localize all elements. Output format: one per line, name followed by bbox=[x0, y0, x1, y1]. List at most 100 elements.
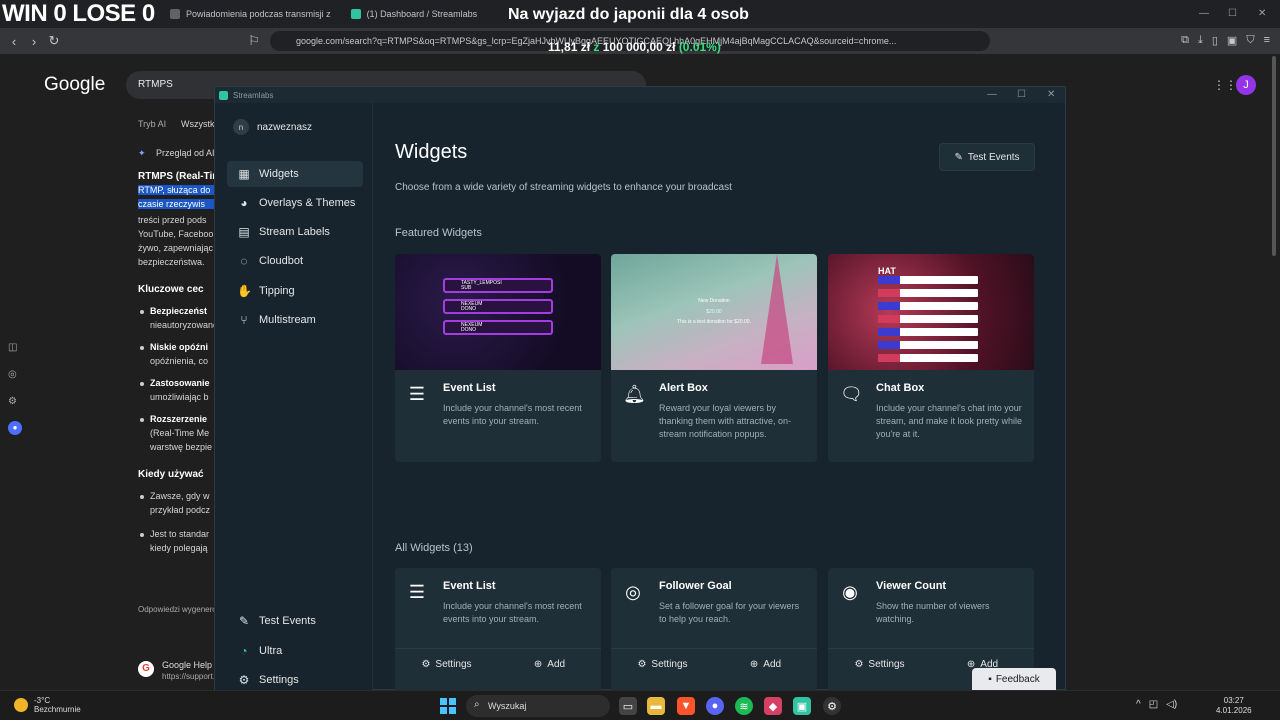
wrench-icon: ✎ bbox=[238, 614, 250, 628]
discord-icon[interactable]: ● bbox=[706, 697, 724, 715]
chat-icon: 🗨︎ bbox=[840, 384, 863, 404]
bookmarks-side-icon[interactable]: ◫ bbox=[8, 342, 17, 353]
maximize-icon[interactable]: ☐ bbox=[1228, 8, 1237, 19]
wrench-icon: ✎ bbox=[954, 151, 963, 163]
taskbar-search[interactable]: ⌕ Wyszukaj bbox=[466, 695, 610, 717]
ai-text-line: treści przed pods bbox=[138, 215, 207, 225]
discord-side-icon[interactable]: ● bbox=[8, 421, 22, 435]
download-icon[interactable]: ⤓ bbox=[1198, 34, 1203, 47]
chat-box-preview: HAT bbox=[828, 254, 1034, 370]
task-view-icon[interactable]: ▭ bbox=[619, 697, 637, 715]
bullet bbox=[140, 495, 144, 499]
sidebar-icon[interactable]: ▯ bbox=[1212, 34, 1218, 47]
search-icon: ⌕ bbox=[474, 699, 480, 710]
widget-card-follower-goal[interactable]: ◎ Follower Goal Set a follower goal for … bbox=[611, 568, 817, 691]
minimize-icon[interactable]: — bbox=[987, 89, 997, 100]
menu-icon[interactable]: ≡ bbox=[1264, 34, 1270, 47]
streamlabs-desktop-icon[interactable]: ▣ bbox=[793, 697, 811, 715]
google-logo[interactable]: Google bbox=[44, 74, 105, 96]
bullet-text: Jest to standar bbox=[150, 529, 210, 539]
alert-box-preview: New Donation $20.00 This is a test donat… bbox=[611, 254, 817, 370]
tab-notifications[interactable]: Powiadomienia podczas transmisji z bbox=[160, 1, 341, 27]
page-scrollbar[interactable] bbox=[1272, 56, 1276, 256]
history-side-icon[interactable]: ◎ bbox=[8, 369, 17, 380]
settings-side-icon[interactable]: ⚙ bbox=[8, 396, 17, 407]
goal-icon: ◎ bbox=[625, 582, 641, 602]
gear-icon: ⚙ bbox=[854, 659, 864, 670]
test-events-button[interactable]: ✎ Test Events bbox=[939, 143, 1035, 171]
settings-button[interactable]: ⚙ Settings bbox=[395, 649, 498, 680]
feedback-button[interactable]: ▪ Feedback bbox=[972, 668, 1056, 690]
close-window-icon[interactable]: ✕ bbox=[1258, 8, 1266, 19]
streamlabs-logo-icon bbox=[219, 90, 228, 100]
file-explorer-icon[interactable]: ▬ bbox=[647, 697, 665, 715]
sidebar-item-multistream[interactable]: ⑂ Multistream bbox=[227, 307, 363, 333]
sidebar-item-tipping[interactable]: ✋ Tipping bbox=[227, 278, 363, 304]
widget-card-alert-box[interactable]: New Donation $20.00 This is a test donat… bbox=[611, 254, 817, 462]
avatar[interactable]: J bbox=[1236, 75, 1256, 95]
close-icon[interactable]: ✕ bbox=[1047, 89, 1055, 100]
tab-streamlabs-dashboard[interactable]: (1) Dashboard / Streamlabs bbox=[341, 1, 488, 27]
apps-grid-icon[interactable]: ⋮⋮ bbox=[1213, 78, 1237, 92]
widget-card-event-list-all[interactable]: ☰ Event List Include your channel's most… bbox=[395, 568, 601, 691]
plus-icon: ⊕ bbox=[533, 659, 543, 670]
bullet bbox=[140, 382, 144, 386]
taskbar: -3°C Bezchmurnie ⌕ Wyszukaj ▭ ▬ ▼ ● ≋ ◆ ▣ … bbox=[0, 690, 1280, 720]
sidebar-item-overlays-themes[interactable]: ◕ Overlays & Themes bbox=[227, 190, 363, 216]
sidebar-item-stream-labels[interactable]: ▤ Stream Labels bbox=[227, 219, 363, 245]
add-button[interactable]: ⊕ Add bbox=[498, 649, 601, 680]
featured-widgets-heading: Featured Widgets bbox=[395, 227, 482, 239]
bullet-text: przykład podcz bbox=[150, 505, 211, 515]
gear-icon: ⚙ bbox=[637, 659, 647, 670]
clock[interactable]: 03:27 4.01.2026 bbox=[1216, 696, 1252, 716]
widget-card-event-list[interactable]: TASTY_LEMPOSI SUB NEXEUM DONO NEXEUM DONO ☰… bbox=[395, 254, 601, 462]
result-url[interactable]: https://support.g bbox=[162, 672, 214, 681]
gear-icon: ⚙ bbox=[421, 659, 431, 670]
browser-extensions: ⧉ ⤓ ▯ ▣ ⛉ ≡ bbox=[1181, 34, 1270, 47]
minimize-icon[interactable]: — bbox=[1199, 8, 1209, 19]
streamlabs-titlebar: Streamlabs bbox=[215, 87, 1065, 103]
spotify-icon[interactable]: ≋ bbox=[735, 697, 753, 715]
streamlabs-favicon-icon bbox=[350, 9, 361, 19]
google-help-favicon-icon: G bbox=[138, 661, 154, 677]
widget-card-chat-box[interactable]: HAT 🗨︎ Chat Box Include your channel's c… bbox=[828, 254, 1034, 462]
volume-icon[interactable]: ◁) bbox=[1166, 699, 1177, 710]
multistream-icon: ⑂ bbox=[240, 313, 248, 327]
widget-description: Include your channel's most recent event… bbox=[443, 601, 582, 624]
preview-chat-label: HAT bbox=[878, 266, 896, 276]
sidebar-item-test-events[interactable]: ✎ Test Events bbox=[227, 608, 363, 634]
weather-widget[interactable]: -3°C Bezchmurnie bbox=[14, 696, 81, 714]
add-button[interactable]: ⊕ Add bbox=[714, 649, 817, 680]
extensions-icon[interactable]: ⧉ bbox=[1181, 34, 1189, 47]
result-title[interactable]: Google Help bbox=[162, 660, 214, 670]
shield-icon[interactable]: ⛉ bbox=[1246, 34, 1254, 47]
donation-goal-progress: 11,81 zł z 100 000,00 zł (0.01%) bbox=[548, 40, 721, 54]
wallet-icon[interactable]: ▣ bbox=[1227, 34, 1237, 47]
widget-description: Reward your loyal viewers by thanking th… bbox=[659, 403, 792, 439]
steam-icon[interactable]: ⚙ bbox=[823, 697, 841, 715]
sidebar-item-ultra[interactable]: ◔ Ultra bbox=[227, 638, 363, 664]
maximize-icon[interactable]: ☐ bbox=[1017, 89, 1026, 100]
bullet-text: Zastosowanie bbox=[150, 378, 210, 388]
bullet-text: Rozszerzenie bbox=[150, 414, 208, 424]
list-icon: ☰ bbox=[408, 384, 426, 404]
start-menu-icon[interactable] bbox=[440, 698, 456, 714]
network-icon[interactable]: ◰ bbox=[1149, 699, 1158, 710]
widget-title: Alert Box bbox=[659, 382, 708, 394]
settings-button[interactable]: ⚙ Settings bbox=[611, 649, 714, 680]
reload-icon[interactable]: ↻ bbox=[44, 33, 64, 49]
chevron-up-icon[interactable]: ^ bbox=[1136, 699, 1141, 710]
settings-button[interactable]: ⚙ Settings bbox=[828, 649, 931, 680]
plus-icon: ⊕ bbox=[749, 659, 759, 670]
brave-browser-icon[interactable]: ▼ bbox=[677, 697, 695, 715]
streamlabs-app-icon[interactable]: ◆ bbox=[764, 697, 782, 715]
forward-icon[interactable]: › bbox=[24, 34, 44, 49]
sidebar-item-widgets[interactable]: ▦ Widgets bbox=[227, 161, 363, 187]
back-icon[interactable]: ‹ bbox=[4, 34, 24, 49]
ai-text-line: RTMP, służąca do bbox=[138, 185, 214, 195]
account-switcher[interactable]: n nazweznasz bbox=[233, 119, 312, 135]
tab-all[interactable]: Wszystk bbox=[181, 119, 214, 129]
sidebar-item-cloudbot[interactable]: ◌ Cloudbot bbox=[227, 248, 363, 274]
preview-event-row: NEXEUM DONO bbox=[443, 320, 553, 335]
bookmark-icon[interactable]: ⚐ bbox=[244, 33, 264, 49]
